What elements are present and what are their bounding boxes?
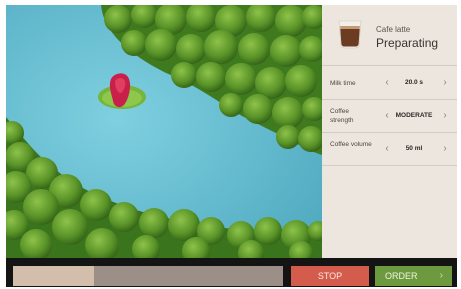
- drink-status: Preparating: [376, 36, 439, 50]
- setting-row-coffee-volume: Coffee volume ‹ 50 ml ›: [322, 133, 457, 166]
- coffee-cup-icon: [338, 20, 362, 49]
- chevron-left-icon[interactable]: ‹: [380, 109, 394, 123]
- setting-value: MODERATE: [395, 112, 433, 119]
- device-frame: Cafe latte Preparating Milk time ‹ 20.0 …: [0, 0, 461, 289]
- progress-bar: [13, 266, 283, 286]
- chevron-left-icon[interactable]: ‹: [380, 142, 394, 156]
- chevron-right-icon[interactable]: ›: [438, 142, 452, 156]
- order-button-label: ORDER: [385, 271, 418, 281]
- screen: Cafe latte Preparating Milk time ‹ 20.0 …: [6, 5, 457, 287]
- background-photo: [6, 5, 322, 258]
- setting-label: Coffee volume: [330, 141, 372, 148]
- river-forest-image: [6, 5, 322, 258]
- chevron-left-icon[interactable]: ‹: [380, 76, 394, 90]
- progress-fill: [13, 266, 94, 286]
- setting-row-coffee-strength: Coffee strength ‹ MODERATE ›: [322, 100, 457, 133]
- drink-header: Cafe latte Preparating: [322, 5, 457, 66]
- setting-value: 50 ml: [405, 145, 423, 152]
- bottom-bar: STOP ORDER ›: [6, 258, 457, 287]
- setting-label: Milk time: [330, 80, 356, 87]
- chevron-right-icon[interactable]: ›: [438, 109, 452, 123]
- stop-button[interactable]: STOP: [291, 266, 369, 286]
- drink-name: Cafe latte: [376, 25, 411, 34]
- settings-panel: Cafe latte Preparating Milk time ‹ 20.0 …: [322, 5, 457, 258]
- setting-row-milk-time: Milk time ‹ 20.0 s ›: [322, 67, 457, 100]
- chevron-right-icon[interactable]: ›: [438, 76, 452, 90]
- arrow-right-icon: ›: [439, 270, 443, 281]
- order-button[interactable]: ORDER ›: [375, 266, 452, 286]
- setting-label: Coffee strength: [330, 108, 354, 124]
- setting-value: 20.0 s: [404, 79, 424, 86]
